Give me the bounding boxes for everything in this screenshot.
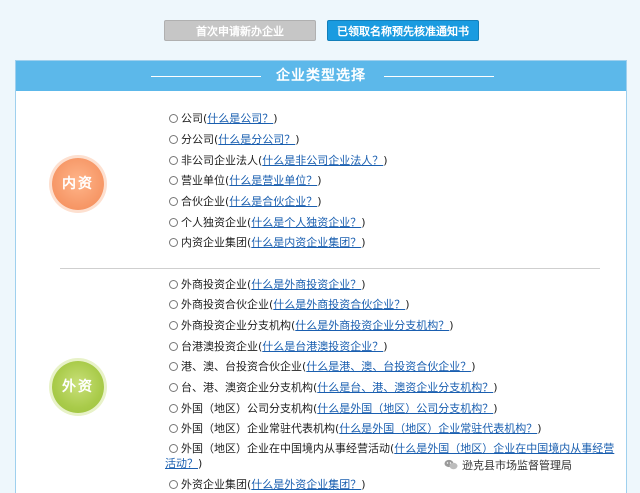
panel-title: 企业类型选择 bbox=[276, 68, 366, 84]
option-partnership[interactable]: 合伙企业(什么是合伙企业？) bbox=[169, 195, 322, 209]
top-button-bar: 首次申请新办企业 已领取名称预先核准通知书 bbox=[0, 0, 640, 60]
radio-button[interactable] bbox=[169, 135, 178, 144]
radio-button[interactable] bbox=[169, 176, 178, 185]
help-link[interactable]: 什么是台、港、澳资企业分支机构？ bbox=[317, 381, 493, 394]
help-link[interactable]: 什么是非公司企业法人？ bbox=[262, 154, 383, 167]
radio-button[interactable] bbox=[169, 218, 178, 227]
help-link[interactable]: 什么是公司？ bbox=[207, 112, 273, 125]
foreign-group-badge: 外资 bbox=[52, 361, 104, 413]
group-divider bbox=[60, 268, 600, 269]
radio-button[interactable] bbox=[169, 300, 178, 309]
radio-button[interactable] bbox=[169, 480, 178, 489]
help-link[interactable]: 什么是外资企业集团？ bbox=[251, 478, 361, 491]
option-foreign-invested[interactable]: 外商投资企业(什么是外商投资企业？) bbox=[169, 278, 366, 292]
radio-button[interactable] bbox=[169, 321, 178, 330]
radio-button[interactable] bbox=[169, 197, 178, 206]
option-foreign-business-in-china[interactable]: 外国（地区）企业在中国境内从事经营活动(什么是外国（地区）企业在中国境内从事经营 bbox=[169, 442, 614, 456]
help-link[interactable]: 什么是外国（地区）企业常驻代表机构？ bbox=[339, 422, 537, 435]
radio-button[interactable] bbox=[169, 114, 178, 123]
radio-button[interactable] bbox=[169, 444, 178, 453]
radio-button[interactable] bbox=[169, 156, 178, 165]
help-link[interactable]: 什么是分公司？ bbox=[218, 133, 295, 146]
radio-button[interactable] bbox=[169, 383, 178, 392]
option-tw-hk-mo-invested[interactable]: 台港澳投资企业(什么是台港澳投资企业？) bbox=[169, 340, 388, 354]
help-link[interactable]: 什么是外商投资企业？ bbox=[251, 278, 361, 291]
option-foreign-branch[interactable]: 外商投资企业分支机构(什么是外商投资企业分支机构？) bbox=[169, 319, 454, 333]
radio-button[interactable] bbox=[169, 342, 178, 351]
option-tw-hk-mo-branch[interactable]: 台、港、澳资企业分支机构(什么是台、港、澳资企业分支机构？) bbox=[169, 381, 498, 395]
option-foreign-group[interactable]: 外资企业集团(什么是外资企业集团？) bbox=[169, 478, 366, 492]
help-link[interactable]: 什么是内资企业集团？ bbox=[251, 236, 361, 249]
help-link[interactable]: 什么是外国（地区）公司分支机构？ bbox=[317, 402, 493, 415]
option-foreign-partnership[interactable]: 外商投资合伙企业(什么是外商投资合伙企业？) bbox=[169, 298, 410, 312]
first-apply-button[interactable]: 首次申请新办企业 bbox=[164, 20, 316, 41]
help-link[interactable]: 什么是个人独资企业？ bbox=[251, 216, 361, 229]
option-foreign-representative-office[interactable]: 外国（地区）企业常驻代表机构(什么是外国（地区）企业常驻代表机构？) bbox=[169, 422, 542, 436]
company-type-panel: 企业类型选择 内资 外资 公司(什么是公司？) 分公司(什么是分公司？) 非公司… bbox=[15, 60, 627, 493]
option-hk-mo-tw-partnership[interactable]: 港、澳、台投资合伙企业(什么是港、澳、台投资合伙企业？) bbox=[169, 360, 476, 374]
radio-button[interactable] bbox=[169, 424, 178, 433]
radio-button[interactable] bbox=[169, 362, 178, 371]
help-link[interactable]: 什么是台港澳投资企业？ bbox=[262, 340, 383, 353]
option-foreign-company-branch[interactable]: 外国（地区）公司分支机构(什么是外国（地区）公司分支机构？) bbox=[169, 402, 498, 416]
source-watermark: 逊克县市场监督管理局 bbox=[444, 457, 572, 473]
help-link[interactable]: 什么是合伙企业？ bbox=[229, 195, 317, 208]
option-sole-proprietorship[interactable]: 个人独资企业(什么是个人独资企业？) bbox=[169, 216, 366, 230]
radio-button[interactable] bbox=[169, 404, 178, 413]
help-link[interactable]: 什么是外国（地区）企业在中国境内从事经营 bbox=[394, 442, 614, 455]
wechat-icon bbox=[444, 459, 458, 470]
help-link[interactable]: 什么是港、澳、台投资合伙企业？ bbox=[306, 360, 471, 373]
help-link[interactable]: 什么是外商投资企业分支机构？ bbox=[295, 319, 449, 332]
option-branch-company[interactable]: 分公司(什么是分公司？) bbox=[169, 133, 300, 147]
radio-button[interactable] bbox=[169, 238, 178, 247]
domestic-group-badge: 内资 bbox=[52, 158, 104, 210]
radio-button[interactable] bbox=[169, 280, 178, 289]
option-domestic-group[interactable]: 内资企业集团(什么是内资企业集团？) bbox=[169, 236, 366, 250]
help-link-continued[interactable]: 活动？ bbox=[165, 457, 198, 470]
option-non-company-legal-person[interactable]: 非公司企业法人(什么是非公司企业法人？) bbox=[169, 154, 388, 168]
obtained-name-notice-button[interactable]: 已领取名称预先核准通知书 bbox=[327, 20, 479, 41]
help-link[interactable]: 什么是外商投资合伙企业？ bbox=[273, 298, 405, 311]
option-company[interactable]: 公司(什么是公司？) bbox=[169, 112, 278, 126]
panel-header: 企业类型选择 bbox=[16, 61, 626, 91]
help-link[interactable]: 什么是营业单位？ bbox=[229, 174, 317, 187]
option-business-unit[interactable]: 营业单位(什么是营业单位？) bbox=[169, 174, 322, 188]
option-foreign-business-in-china-wrap: 活动？) bbox=[165, 457, 203, 470]
